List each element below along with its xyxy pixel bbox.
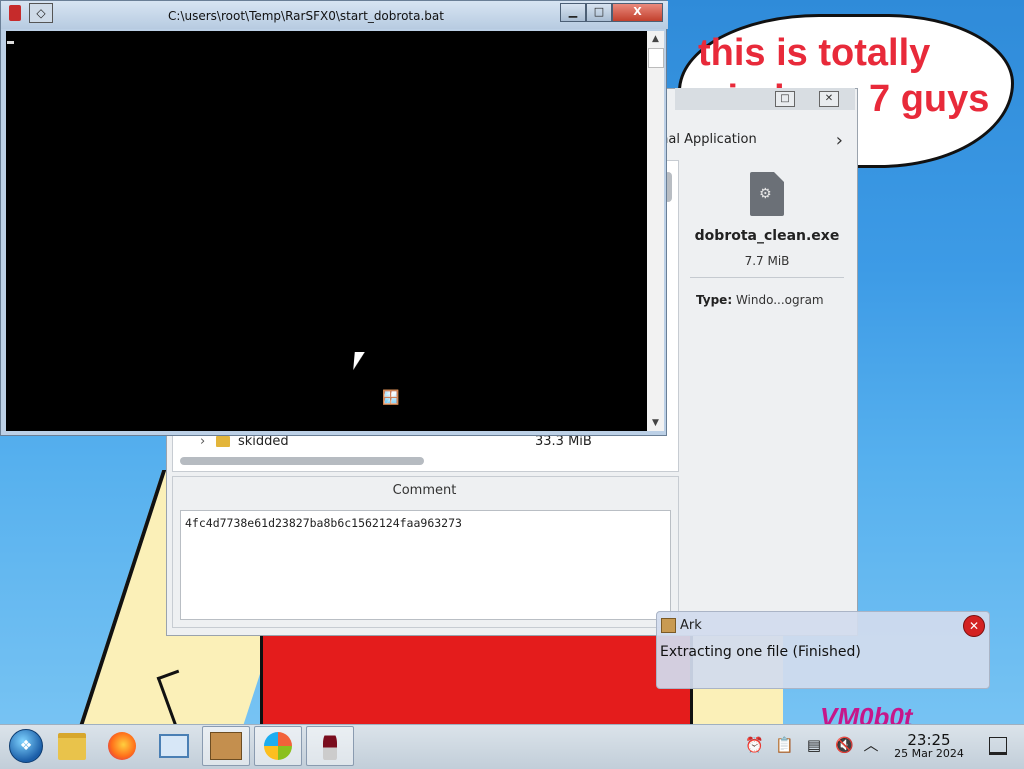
divider	[690, 277, 844, 278]
clock-date[interactable]: 25 Mar 2024	[888, 747, 970, 760]
file-type: Type: Windo...ogram	[696, 293, 824, 307]
disk-icon[interactable]: ▤	[805, 736, 823, 754]
file-size: 7.7 MiB	[744, 254, 790, 268]
wallpaper-red-shape	[260, 620, 696, 730]
chevron-up-icon[interactable]: ︿	[862, 736, 880, 754]
scroll-down-icon[interactable]: ▼	[647, 415, 664, 431]
close-button[interactable]: X	[612, 3, 663, 22]
cmd-title: C:\users\root\Temp\RarSFX0\start_dobrota…	[168, 9, 444, 23]
console-output[interactable]	[6, 31, 647, 431]
gear-icon: ⚙	[759, 186, 772, 202]
archive-box-icon	[210, 732, 242, 760]
expand-arrow-icon[interactable]: ›	[200, 434, 205, 449]
folder-icon	[216, 436, 230, 447]
scroll-thumb[interactable]	[648, 48, 664, 68]
comment-text: 4fc4d7738e61d23827ba8b6c1562124faa963273	[185, 516, 462, 530]
ark-maximize-button[interactable]: □	[775, 91, 795, 107]
taskbar-windows[interactable]	[254, 726, 302, 766]
horizontal-scrollbar[interactable]	[180, 457, 424, 465]
minimize-button[interactable]: ▁	[560, 3, 586, 22]
folder-icon	[58, 732, 86, 760]
ark-titlebar: □ ✕	[675, 88, 855, 110]
show-desktop-icon[interactable]	[989, 737, 1007, 755]
breadcrumb[interactable]: rnal Application ›	[655, 130, 855, 152]
notifications-bell-icon[interactable]: ⏰	[745, 736, 764, 754]
taskbar-wine[interactable]	[306, 726, 354, 766]
wine-glass-icon	[323, 732, 337, 760]
start-button[interactable]: ❖	[2, 726, 50, 766]
notification-title: Ark	[680, 618, 702, 633]
console-scrollbar[interactable]: ▲ ▼	[647, 31, 664, 431]
taskbar-ark[interactable]	[202, 726, 250, 766]
list-item-name: skidded	[238, 434, 289, 449]
start-orb-icon: ❖	[9, 729, 43, 763]
list-item[interactable]: › skidded 33.3 MiB	[176, 434, 660, 452]
file-type-label: Type:	[696, 293, 733, 307]
breadcrumb-label: rnal Application	[655, 132, 757, 147]
volume-muted-icon[interactable]: 🔇	[835, 736, 854, 754]
text-cursor	[7, 41, 14, 44]
clipboard-icon[interactable]: 📋	[775, 736, 794, 754]
taskbar-file-manager[interactable]	[48, 726, 96, 766]
file-type-value: Windo...ogram	[735, 293, 824, 307]
notification-close-button[interactable]: ✕	[963, 615, 985, 637]
mouse-pointer-icon	[353, 352, 365, 370]
firefox-icon	[108, 732, 136, 760]
windows-logo-icon: 🪟	[382, 390, 400, 406]
scroll-up-icon[interactable]: ▲	[647, 31, 664, 47]
comment-label: Comment	[392, 483, 457, 498]
ark-close-button[interactable]: ✕	[819, 91, 839, 107]
executable-file-icon: ⚙	[750, 172, 784, 216]
windows-logo-icon	[264, 732, 292, 760]
notification-message: Extracting one file (Finished)	[660, 644, 861, 660]
taskbar-remote-desktop[interactable]	[150, 726, 198, 766]
list-item-size: 33.3 MiB	[535, 434, 592, 449]
cmd-window: ◇ C:\users\root\Temp\RarSFX0\start_dobro…	[0, 0, 668, 436]
ark-app-icon	[661, 618, 676, 633]
chevron-right-icon[interactable]: ›	[836, 130, 843, 151]
monitor-icon	[159, 734, 189, 758]
file-name: dobrota_clean.exe	[694, 228, 840, 244]
taskbar-firefox[interactable]	[98, 726, 146, 766]
maximize-button[interactable]: □	[586, 3, 612, 22]
